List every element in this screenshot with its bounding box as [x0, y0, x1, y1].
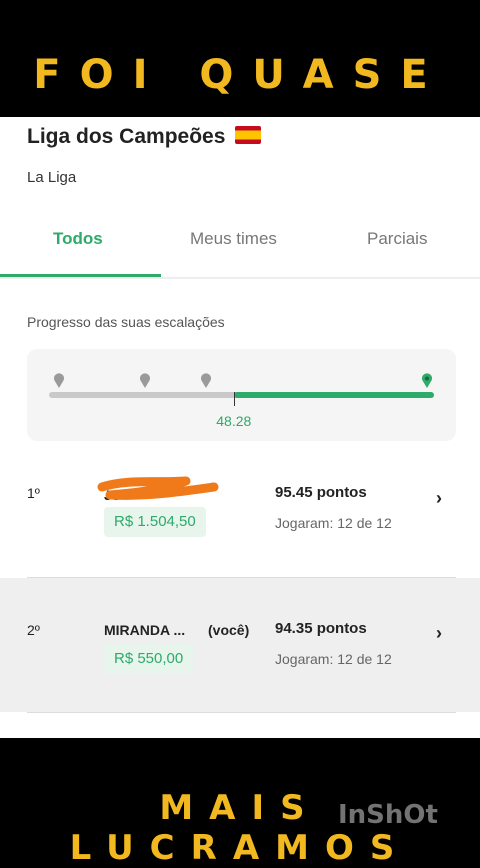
- chevron-right-icon[interactable]: ›: [436, 488, 442, 509]
- tab-meus-times[interactable]: Meus times: [190, 229, 277, 249]
- league-title-text: Liga dos Campeões: [27, 125, 226, 148]
- milestone-pin-icon: [200, 373, 212, 389]
- tab-bar: Todos Meus times Parciais: [0, 217, 480, 279]
- rank-position: 2º: [27, 622, 40, 638]
- league-subtitle: La Liga: [27, 169, 77, 186]
- league-title: Liga dos Campeões: [27, 125, 262, 149]
- tab-todos[interactable]: Todos: [53, 229, 103, 249]
- progress-card: 48.28: [27, 349, 456, 441]
- top-caption: FOI QUASE: [33, 52, 447, 98]
- spain-flag-icon: [235, 126, 262, 145]
- played-count: Jogaram: 12 de 12: [275, 651, 392, 667]
- redaction-scribble: [97, 476, 219, 500]
- prize-badge: R$ 1.504,50: [104, 507, 206, 537]
- chevron-right-icon[interactable]: ›: [436, 623, 442, 644]
- watermark: InShOt: [338, 800, 438, 830]
- you-tag: (você): [208, 622, 250, 638]
- prize-badge: R$ 550,00: [104, 644, 194, 674]
- team-points: 94.35 pontos: [275, 620, 367, 637]
- team-name: MIRANDA ...: [104, 622, 186, 638]
- progress-fill: [233, 392, 434, 398]
- league-screen: Liga dos Campeões La Liga Todos Meus tim…: [0, 117, 480, 738]
- row-divider: [27, 712, 456, 713]
- rank-position: 1º: [27, 485, 40, 501]
- team-points: 95.45 pontos: [275, 484, 367, 501]
- progress-label: Progresso das suas escalações: [27, 314, 225, 330]
- goal-pin-icon: [421, 373, 433, 389]
- milestone-pin-icon: [53, 373, 65, 389]
- progress-value: 48.28: [216, 413, 252, 429]
- ranking-row-you[interactable]: 2º MIRANDA ... (você) R$ 550,00 94.35 po…: [0, 578, 480, 712]
- active-tab-indicator: [0, 274, 161, 277]
- played-count: Jogaram: 12 de 12: [275, 515, 392, 531]
- ranking-row[interactable]: 1º Jo R$ 1.504,50 95.45 pontos Jogaram: …: [0, 443, 480, 577]
- progress-marker: [233, 392, 235, 406]
- tab-parciais[interactable]: Parciais: [367, 229, 427, 249]
- milestone-pin-icon: [139, 373, 151, 389]
